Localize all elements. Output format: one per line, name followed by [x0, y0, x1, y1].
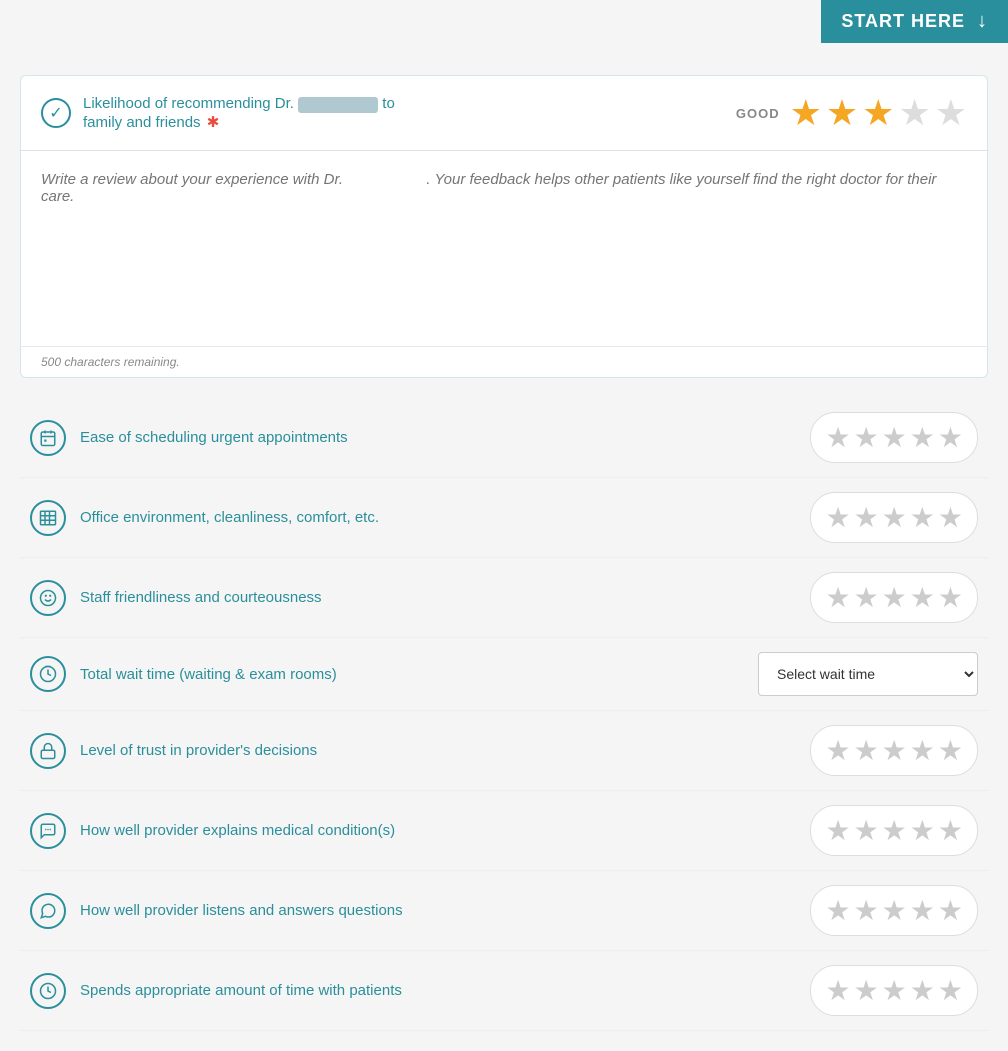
- staff-icon: [30, 580, 66, 616]
- scheduling-star-3[interactable]: ★: [882, 421, 907, 454]
- listens-star-3[interactable]: ★: [882, 894, 907, 927]
- office-star-4[interactable]: ★: [910, 501, 935, 534]
- trust-star-4[interactable]: ★: [910, 734, 935, 767]
- survey-items: Ease of scheduling urgent appointments★★…: [20, 398, 988, 1031]
- trust-icon: [30, 733, 66, 769]
- doctor-name-blurred: [298, 97, 378, 113]
- survey-item-explains: How well provider explains medical condi…: [20, 791, 988, 871]
- recommendation-header: ✓ Likelihood of recommending Dr. to fami…: [21, 76, 987, 150]
- required-asterisk: ✱: [207, 114, 220, 131]
- scheduling-stars[interactable]: ★★★★★: [810, 412, 978, 463]
- trust-star-1[interactable]: ★: [825, 734, 850, 767]
- survey-item-office: Office environment, cleanliness, comfort…: [20, 478, 988, 558]
- listens-star-5[interactable]: ★: [938, 894, 963, 927]
- time-stars[interactable]: ★★★★★: [810, 965, 978, 1016]
- survey-item-staff: Staff friendliness and courteousness★★★★…: [20, 558, 988, 638]
- time-label: Spends appropriate amount of time with p…: [80, 982, 402, 999]
- listens-stars[interactable]: ★★★★★: [810, 885, 978, 936]
- recommendation-stars[interactable]: ★ ★ ★ ★ ★: [790, 92, 967, 134]
- scheduling-star-2[interactable]: ★: [854, 421, 879, 454]
- trust-star-2[interactable]: ★: [854, 734, 879, 767]
- trust-label: Level of trust in provider's decisions: [80, 742, 317, 759]
- survey-item-left-wait_time: Total wait time (waiting & exam rooms): [30, 656, 337, 692]
- explains-star-4[interactable]: ★: [910, 814, 935, 847]
- staff-star-5[interactable]: ★: [938, 581, 963, 614]
- survey-item-left-staff: Staff friendliness and courteousness: [30, 580, 322, 616]
- scheduling-star-4[interactable]: ★: [910, 421, 935, 454]
- survey-item-left-trust: Level of trust in provider's decisions: [30, 733, 317, 769]
- office-icon: [30, 500, 66, 536]
- time-star-5[interactable]: ★: [938, 974, 963, 1007]
- time-star-1[interactable]: ★: [825, 974, 850, 1007]
- wait_time-icon: [30, 656, 66, 692]
- office-star-1[interactable]: ★: [825, 501, 850, 534]
- rec-star-3[interactable]: ★: [862, 92, 894, 134]
- rec-star-4[interactable]: ★: [898, 92, 930, 134]
- wait-time-select[interactable]: Select wait timeLess than 5 minutes5-10 …: [758, 652, 978, 696]
- listens-star-1[interactable]: ★: [825, 894, 850, 927]
- survey-item-wait_time: Total wait time (waiting & exam rooms) Se…: [20, 638, 988, 711]
- listens-star-4[interactable]: ★: [910, 894, 935, 927]
- survey-item-left-time: Spends appropriate amount of time with p…: [30, 973, 402, 1009]
- explains-star-2[interactable]: ★: [854, 814, 879, 847]
- survey-item-trust: Level of trust in provider's decisions★★…: [20, 711, 988, 791]
- explains-star-5[interactable]: ★: [938, 814, 963, 847]
- rec-star-2[interactable]: ★: [826, 92, 858, 134]
- trust-stars[interactable]: ★★★★★: [810, 725, 978, 776]
- staff-star-4[interactable]: ★: [910, 581, 935, 614]
- explains-label: How well provider explains medical condi…: [80, 822, 395, 839]
- time-icon: [30, 973, 66, 1009]
- rating-section: GOOD ★ ★ ★ ★ ★: [736, 92, 967, 134]
- survey-item-left-listens: How well provider listens and answers qu…: [30, 893, 403, 929]
- office-star-2[interactable]: ★: [854, 501, 879, 534]
- staff-label: Staff friendliness and courteousness: [80, 589, 322, 606]
- review-section: 500 characters remaining.: [21, 150, 987, 377]
- rec-label-prefix: Likelihood of recommending Dr.: [83, 95, 294, 112]
- time-star-3[interactable]: ★: [882, 974, 907, 1007]
- survey-item-listens: How well provider listens and answers qu…: [20, 871, 988, 951]
- start-here-label: START HERE: [841, 11, 965, 32]
- scheduling-star-5[interactable]: ★: [938, 421, 963, 454]
- listens-icon: [30, 893, 66, 929]
- start-here-arrow-icon: ↓: [977, 10, 988, 33]
- trust-star-5[interactable]: ★: [938, 734, 963, 767]
- good-label: GOOD: [736, 106, 780, 121]
- rec-label-suffix: family and friends: [83, 114, 201, 131]
- wait_time-label: Total wait time (waiting & exam rooms): [80, 666, 337, 683]
- scheduling-star-1[interactable]: ★: [825, 421, 850, 454]
- listens-label: How well provider listens and answers qu…: [80, 902, 403, 919]
- time-star-2[interactable]: ★: [854, 974, 879, 1007]
- survey-item-left-office: Office environment, cleanliness, comfort…: [30, 500, 379, 536]
- explains-icon: [30, 813, 66, 849]
- time-star-4[interactable]: ★: [910, 974, 935, 1007]
- start-here-banner: START HERE ↓: [821, 0, 1008, 43]
- staff-star-3[interactable]: ★: [882, 581, 907, 614]
- explains-star-1[interactable]: ★: [825, 814, 850, 847]
- staff-star-1[interactable]: ★: [825, 581, 850, 614]
- office-star-5[interactable]: ★: [938, 501, 963, 534]
- survey-item-time: Spends appropriate amount of time with p…: [20, 951, 988, 1031]
- trust-star-3[interactable]: ★: [882, 734, 907, 767]
- recommendation-card: ✓ Likelihood of recommending Dr. to fami…: [20, 75, 988, 378]
- office-star-3[interactable]: ★: [882, 501, 907, 534]
- office-label: Office environment, cleanliness, comfort…: [80, 509, 379, 526]
- survey-item-scheduling: Ease of scheduling urgent appointments★★…: [20, 398, 988, 478]
- staff-star-2[interactable]: ★: [854, 581, 879, 614]
- office-stars[interactable]: ★★★★★: [810, 492, 978, 543]
- listens-star-2[interactable]: ★: [854, 894, 879, 927]
- rec-star-5[interactable]: ★: [935, 92, 967, 134]
- check-icon: ✓: [41, 98, 71, 128]
- explains-stars[interactable]: ★★★★★: [810, 805, 978, 856]
- rec-star-1[interactable]: ★: [790, 92, 822, 134]
- rec-label-middle: to: [382, 95, 395, 112]
- explains-star-3[interactable]: ★: [882, 814, 907, 847]
- recommendation-text: Likelihood of recommending Dr. to family…: [83, 95, 724, 130]
- scheduling-label: Ease of scheduling urgent appointments: [80, 429, 348, 446]
- survey-item-left-scheduling: Ease of scheduling urgent appointments: [30, 420, 348, 456]
- char-count: 500 characters remaining.: [21, 346, 987, 377]
- staff-stars[interactable]: ★★★★★: [810, 572, 978, 623]
- survey-item-left-explains: How well provider explains medical condi…: [30, 813, 395, 849]
- review-textarea[interactable]: [21, 151, 987, 341]
- scheduling-icon: [30, 420, 66, 456]
